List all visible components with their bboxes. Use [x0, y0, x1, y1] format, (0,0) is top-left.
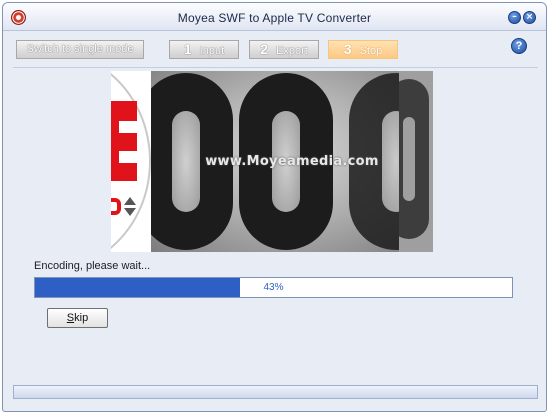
- step-number: 3: [343, 41, 352, 57]
- title-bar: Moyea SWF to Apple TV Converter – ×: [3, 3, 546, 31]
- progress-percent: 43%: [263, 282, 284, 293]
- step-number: 1: [183, 41, 192, 57]
- preview-left-frame: [111, 71, 151, 252]
- status-bar: [13, 385, 538, 399]
- step-stop-button[interactable]: 3 Stop: [328, 40, 398, 59]
- step-input-button[interactable]: 1 Input: [169, 40, 239, 59]
- encoding-progress-bar: 43%: [34, 277, 513, 298]
- step-label: Input: [199, 45, 225, 57]
- minimize-button[interactable]: –: [508, 11, 521, 24]
- red-letter-e: [111, 101, 137, 181]
- toolbar: Switch to single mode 1 Input 2 Export 3 St…: [3, 32, 546, 64]
- switch-mode-button[interactable]: Switch to single mode: [16, 40, 144, 59]
- encoding-status: Encoding, please wait...: [34, 260, 151, 272]
- skip-button[interactable]: Skip: [47, 308, 108, 328]
- help-button[interactable]: ?: [511, 38, 527, 54]
- skip-label: kip: [74, 312, 89, 324]
- window-title: Moyea SWF to Apple TV Converter: [177, 11, 372, 25]
- step-label: Export: [276, 45, 308, 57]
- step-number: 2: [260, 41, 268, 57]
- up-down-arrow-icon: [124, 197, 136, 217]
- red-letter-fragment: [111, 198, 121, 215]
- preview-watermark: www.Moyeamedia.com: [205, 154, 379, 169]
- step-export-button[interactable]: 2 Export: [249, 40, 319, 59]
- close-button[interactable]: ×: [523, 11, 536, 24]
- toolbar-divider: [13, 67, 538, 68]
- preview-right-frame: [399, 71, 433, 252]
- main-window: Moyea SWF to Apple TV Converter – × Swit…: [2, 2, 547, 412]
- step-label: Stop: [359, 45, 383, 57]
- video-preview: www.Moyeamedia.com: [111, 71, 433, 252]
